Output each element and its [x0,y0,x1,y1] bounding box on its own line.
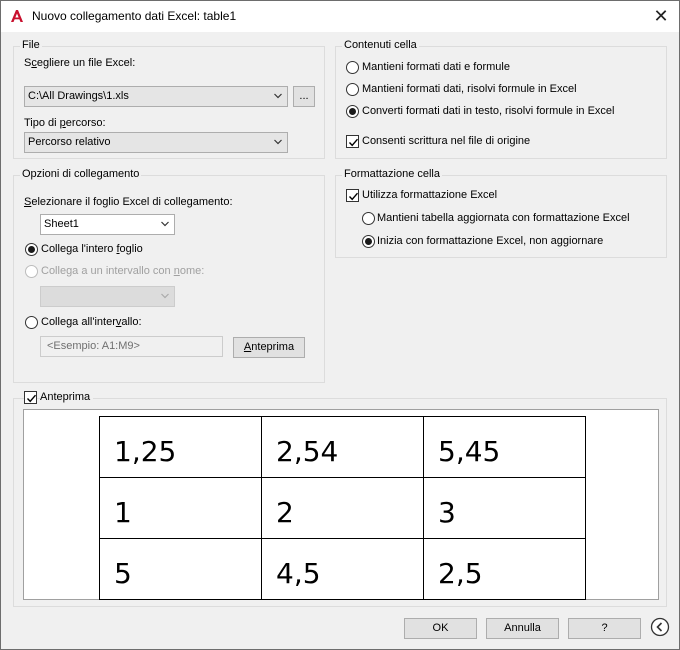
table-cell: 2,54 [261,416,424,478]
preview-checkbox[interactable] [24,391,37,404]
radio-start-with-excel-format-label[interactable]: Inizia con formattazione Excel, non aggi… [377,235,603,247]
preview-checkbox-label[interactable]: Anteprima [40,391,94,403]
excel-link-dialog: Nuovo collegamento dati Excel: table1 ✕ … [0,0,680,650]
preview-area: 1,25 2,54 5,45 1 2 3 5 4,5 2,5 [23,409,659,600]
table-row: 1,25 2,54 5,45 [99,416,586,478]
cancel-button[interactable]: Annulla [486,618,559,639]
chevron-down-icon [274,93,282,99]
range-input[interactable]: <Esempio: A1:M9> [40,336,223,357]
link-options-legend: Opzioni di collegamento [20,168,142,180]
chevron-down-icon [161,293,169,299]
path-type-label: Tipo di percorso: [24,117,106,129]
radio-keep-formats-resolve[interactable] [346,83,359,96]
preview-refresh-button[interactable]: Anteprima [233,337,305,358]
ok-button[interactable]: OK [404,618,477,639]
radio-link-range[interactable] [25,316,38,329]
radio-link-named-range-label[interactable]: Collega a un intervallo con nome: [41,265,204,277]
table-cell: 3 [423,477,586,539]
radio-selected-dot [365,238,372,245]
chevron-left-circle-icon[interactable] [650,617,670,637]
browse-button[interactable]: ... [293,86,315,107]
help-button[interactable]: ? [568,618,641,639]
choose-file-label: Scegliere un file Excel: [24,57,136,69]
radio-keep-table-updated[interactable] [362,212,375,225]
ok-button-label: OK [432,622,449,634]
file-combo-value: C:\All Drawings\1.xls [28,90,129,102]
radio-link-range-label[interactable]: Collega all'intervallo: [41,316,142,328]
title-bar: Nuovo collegamento dati Excel: table1 ✕ [1,1,679,32]
radio-link-entire-sheet-label[interactable]: Collega l'intero foglio [41,243,143,255]
sheet-combo-value: Sheet1 [44,218,79,230]
autocad-a-icon [11,10,23,22]
radio-keep-formats-resolve-label[interactable]: Mantieni formati dati, risolvi formule i… [362,83,577,95]
cell-contents-legend: Contenuti cella [342,39,419,51]
table-cell: 1,25 [99,416,262,478]
table-row: 1 2 3 [99,477,586,539]
allow-write-label[interactable]: Consenti scrittura nel file di origine [362,135,530,147]
table-cell: 2,5 [423,538,586,600]
table-cell: 2 [261,477,424,539]
cell-formatting-legend: Formattazione cella [342,168,442,180]
named-range-combo[interactable] [40,286,175,307]
table-cell: 1 [99,477,262,539]
radio-start-with-excel-format[interactable] [362,235,375,248]
use-excel-format-label[interactable]: Utilizza formattazione Excel [362,189,497,201]
chevron-down-icon [274,139,282,145]
preview-refresh-label: Anteprima [243,341,295,353]
radio-convert-to-text[interactable] [346,105,359,118]
range-input-placeholder: <Esempio: A1:M9> [47,340,140,352]
browse-button-label: ... [299,90,309,102]
select-sheet-label: Selezionare il foglio Excel di collegame… [24,196,233,208]
help-button-label: ? [601,622,608,634]
file-group-legend: File [20,39,42,51]
checkmark-icon [348,138,359,147]
radio-link-entire-sheet[interactable] [25,243,38,256]
radio-selected-dot [28,246,35,253]
window-title: Nuovo collegamento dati Excel: table1 [32,9,237,23]
close-icon: ✕ [653,6,669,26]
path-type-value: Percorso relativo [28,136,111,148]
radio-keep-formats-formulas-label[interactable]: Mantieni formati dati e formule [362,61,510,73]
file-combo[interactable]: C:\All Drawings\1.xls [24,86,288,107]
allow-write-checkbox[interactable] [346,135,359,148]
radio-link-named-range[interactable] [25,265,38,278]
preview-table: 1,25 2,54 5,45 1 2 3 5 4,5 2,5 [99,416,586,600]
checkmark-icon [26,394,37,403]
table-row: 5 4,5 2,5 [99,538,586,600]
radio-convert-to-text-label[interactable]: Converti formati dati in testo, risolvi … [362,105,614,117]
sheet-combo[interactable]: Sheet1 [40,214,175,235]
checkmark-icon [348,192,359,201]
radio-keep-formats-formulas[interactable] [346,61,359,74]
radio-keep-table-updated-label[interactable]: Mantieni tabella aggiornata con formatta… [377,212,630,224]
cancel-button-label: Annulla [504,622,541,634]
use-excel-format-checkbox[interactable] [346,189,359,202]
close-button[interactable]: ✕ [643,1,679,31]
path-type-combo[interactable]: Percorso relativo [24,132,288,153]
chevron-down-icon [161,221,169,227]
radio-selected-dot [349,108,356,115]
table-cell: 5,45 [423,416,586,478]
table-cell: 5 [99,538,262,600]
table-cell: 4,5 [261,538,424,600]
